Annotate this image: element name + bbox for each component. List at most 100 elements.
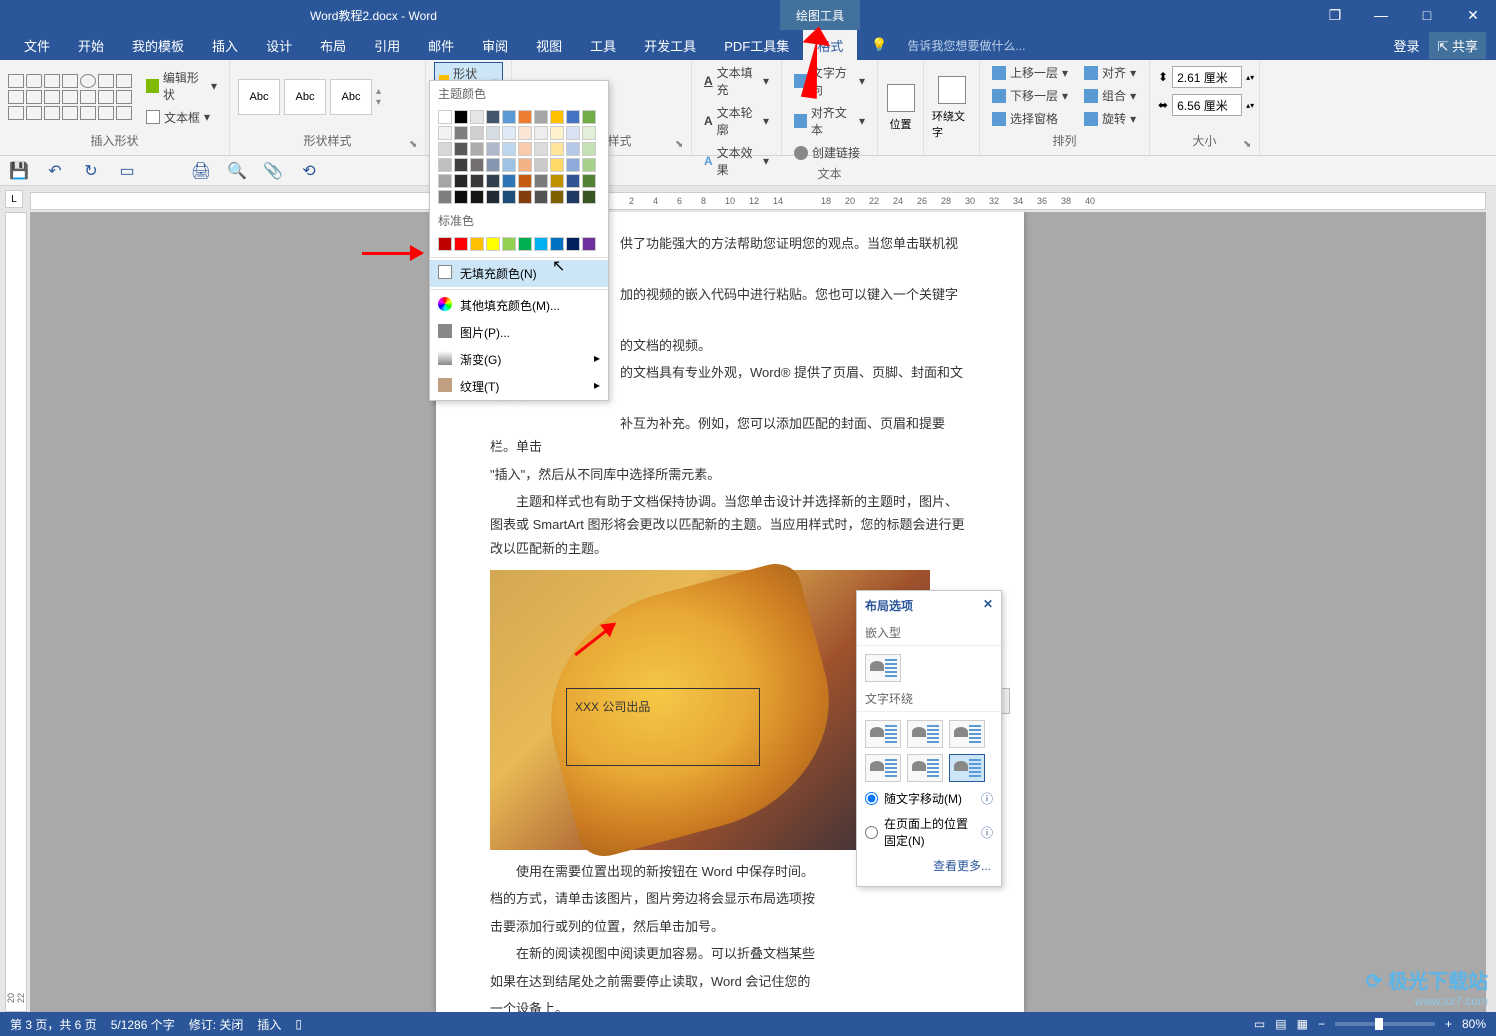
color-swatch[interactable] xyxy=(502,158,516,172)
color-swatch[interactable] xyxy=(470,190,484,204)
fix-position-radio[interactable] xyxy=(865,826,878,839)
color-swatch[interactable] xyxy=(438,110,452,124)
shape-style-thumb[interactable]: Abc xyxy=(330,79,372,115)
qat-icon[interactable]: 🔍 xyxy=(228,162,246,180)
color-swatch[interactable] xyxy=(582,110,596,124)
wrap-square-option[interactable] xyxy=(865,720,901,748)
login-button[interactable]: 登录 xyxy=(1393,36,1419,55)
maximize-button[interactable]: □ xyxy=(1404,0,1450,30)
zoom-slider[interactable] xyxy=(1335,1022,1435,1026)
color-swatch[interactable] xyxy=(502,142,516,156)
color-swatch[interactable] xyxy=(550,158,564,172)
picture-fill-menuitem[interactable]: 图片(P)... xyxy=(430,319,608,346)
document-area[interactable]: 供了功能强大的方法帮助您证明您的观点。当您单击联机视频时，可 加的视频的嵌入代码… xyxy=(30,212,1486,1012)
color-swatch[interactable] xyxy=(454,174,468,188)
inline-wrap-option[interactable] xyxy=(865,654,901,682)
zoom-out-icon[interactable]: − xyxy=(1318,1017,1325,1031)
color-swatch[interactable] xyxy=(438,190,452,204)
more-colors-menuitem[interactable]: 其他填充颜色(M)... xyxy=(430,292,608,319)
textbox-button[interactable]: 文本框 ▾ xyxy=(142,107,221,128)
color-swatch[interactable] xyxy=(518,158,532,172)
color-swatch[interactable] xyxy=(518,190,532,204)
color-swatch[interactable] xyxy=(550,110,564,124)
tab-review[interactable]: 审阅 xyxy=(468,30,522,61)
tab-tools[interactable]: 工具 xyxy=(576,30,630,61)
color-swatch[interactable] xyxy=(454,110,468,124)
color-swatch[interactable] xyxy=(502,237,516,251)
color-swatch[interactable] xyxy=(486,126,500,140)
ribbon-display-icon[interactable]: ❐ xyxy=(1312,0,1358,30)
position-icon[interactable] xyxy=(887,84,915,112)
wrap-tight-option[interactable] xyxy=(907,720,943,748)
rotate-button[interactable]: 旋转 ▾ xyxy=(1080,108,1140,129)
color-swatch[interactable] xyxy=(534,237,548,251)
color-swatch[interactable] xyxy=(582,237,596,251)
color-swatch[interactable] xyxy=(534,158,548,172)
color-swatch[interactable] xyxy=(534,142,548,156)
tab-design[interactable]: 设计 xyxy=(252,30,306,61)
wrap-behind-option[interactable] xyxy=(907,754,943,782)
color-swatch[interactable] xyxy=(518,110,532,124)
texture-fill-menuitem[interactable]: 纹理(T)▸ xyxy=(430,373,608,400)
color-swatch[interactable] xyxy=(550,126,564,140)
tab-mailings[interactable]: 邮件 xyxy=(414,30,468,61)
wrap-through-option[interactable] xyxy=(949,720,985,748)
tab-view[interactable]: 视图 xyxy=(522,30,576,61)
text-box-shape[interactable]: XXX 公司出品 xyxy=(566,688,760,766)
tab-layout[interactable]: 布局 xyxy=(306,30,360,61)
view-icon[interactable]: ▦ xyxy=(1297,1017,1308,1031)
color-swatch[interactable] xyxy=(486,174,500,188)
wrap-text-icon[interactable] xyxy=(938,76,966,104)
redo-icon[interactable]: ↻ xyxy=(82,162,100,180)
color-swatch[interactable] xyxy=(486,237,500,251)
color-swatch[interactable] xyxy=(470,110,484,124)
shape-style-thumb[interactable]: Abc xyxy=(238,79,280,115)
zoom-in-icon[interactable]: + xyxy=(1445,1017,1452,1031)
text-outline-button[interactable]: A文本轮廓 ▾ xyxy=(700,102,773,140)
color-swatch[interactable] xyxy=(470,142,484,156)
minimize-button[interactable]: — xyxy=(1358,0,1404,30)
wrap-topbottom-option[interactable] xyxy=(865,754,901,782)
text-fill-button[interactable]: A文本填充 ▾ xyxy=(700,62,773,100)
color-swatch[interactable] xyxy=(534,190,548,204)
color-swatch[interactable] xyxy=(454,190,468,204)
selection-pane-button[interactable]: 选择窗格 xyxy=(988,108,1072,129)
track-changes-status[interactable]: 修订: 关闭 xyxy=(189,1016,244,1033)
color-swatch[interactable] xyxy=(518,126,532,140)
move-with-text-radio[interactable] xyxy=(865,792,878,805)
color-swatch[interactable] xyxy=(454,126,468,140)
info-icon[interactable]: ⓘ xyxy=(981,824,993,841)
color-swatch[interactable] xyxy=(566,174,580,188)
color-swatch[interactable] xyxy=(518,237,532,251)
vertical-ruler[interactable]: 222018 161412 1086 422 468 xyxy=(5,212,27,1012)
info-icon[interactable]: ⓘ xyxy=(981,790,993,807)
color-swatch[interactable] xyxy=(566,190,580,204)
color-swatch[interactable] xyxy=(534,174,548,188)
color-swatch[interactable] xyxy=(502,174,516,188)
qat-icon[interactable]: 🖨 xyxy=(192,162,210,180)
color-swatch[interactable] xyxy=(438,237,452,251)
horizontal-ruler[interactable]: 24 68 1012 1418 2022 2426 2830 3234 3638… xyxy=(30,192,1486,210)
edit-shape-button[interactable]: 编辑形状 ▾ xyxy=(142,67,221,105)
color-swatch[interactable] xyxy=(582,142,596,156)
color-swatch[interactable] xyxy=(470,174,484,188)
color-swatch[interactable] xyxy=(550,174,564,188)
send-backward-button[interactable]: 下移一层 ▾ xyxy=(988,85,1072,106)
undo-icon[interactable]: ↶ xyxy=(46,162,64,180)
no-fill-menuitem[interactable]: 无填充颜色(N) xyxy=(430,260,608,287)
color-swatch[interactable] xyxy=(470,237,484,251)
tab-mytemplates[interactable]: 我的模板 xyxy=(118,30,198,61)
color-swatch[interactable] xyxy=(486,142,500,156)
color-swatch[interactable] xyxy=(438,174,452,188)
color-swatch[interactable] xyxy=(582,158,596,172)
shape-style-thumb[interactable]: Abc xyxy=(284,79,326,115)
share-button[interactable]: ⇱ 共享 xyxy=(1429,32,1486,59)
dialog-launcher-icon[interactable]: ⬊ xyxy=(675,139,687,151)
page-indicator[interactable]: 第 3 页，共 6 页 xyxy=(10,1016,97,1033)
view-icon[interactable]: ▭ xyxy=(1254,1017,1265,1031)
tab-file[interactable]: 文件 xyxy=(10,30,64,61)
color-swatch[interactable] xyxy=(470,126,484,140)
color-swatch[interactable] xyxy=(582,190,596,204)
color-swatch[interactable] xyxy=(438,142,452,156)
color-swatch[interactable] xyxy=(550,142,564,156)
